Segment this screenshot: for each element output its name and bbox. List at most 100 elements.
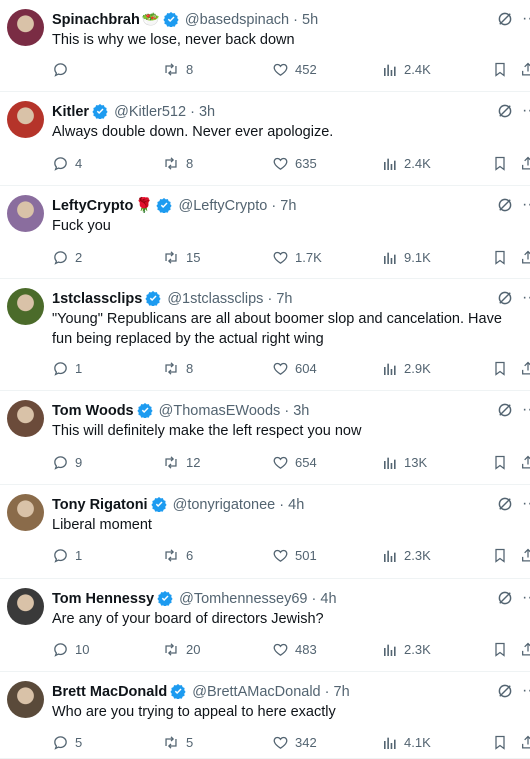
views-button[interactable]: 13K [382,453,427,473]
share-button[interactable] [520,359,530,379]
share-button[interactable] [520,453,530,473]
display-name[interactable]: Tony Rigatoni [52,497,148,513]
display-name[interactable]: LeftyCrypto [52,198,133,214]
timestamp[interactable]: 3h [293,403,309,419]
views-button[interactable]: 4.1K [382,733,431,753]
timestamp[interactable]: 4h [288,497,304,513]
bookmark-button[interactable] [492,248,514,268]
user-handle[interactable]: @tonyrigatonee [173,497,276,513]
tweet-reply[interactable]: LeftyCrypto🌹 @LeftyCrypto · 7h ··· Fuck … [0,186,530,279]
separator-dot: · [279,497,285,513]
timestamp[interactable]: 7h [280,198,296,214]
avatar[interactable] [7,681,44,718]
retweet-button[interactable]: 12 [162,453,200,473]
share-button[interactable] [520,733,530,753]
tweet-reply[interactable]: Tom Woods @ThomasEWoods · 3h ··· This wi… [0,391,530,485]
more-options-icon[interactable]: ··· [522,589,530,607]
avatar[interactable] [7,288,44,325]
views-button[interactable]: 2.3K [382,640,431,660]
retweet-button[interactable]: 8 [162,154,193,174]
user-handle[interactable]: @LeftyCrypto [178,198,267,214]
more-options-icon[interactable]: ··· [522,102,530,120]
share-button[interactable] [520,640,530,660]
retweet-button[interactable]: 20 [162,640,200,660]
user-handle[interactable]: @ThomasEWoods [159,403,281,419]
tweet-reply[interactable]: Spinachbrah🥗 @basedspinach · 5h ··· This… [0,0,530,92]
bookmark-button[interactable] [492,359,514,379]
reply-button[interactable]: 9 [52,453,82,473]
retweet-button[interactable]: 5 [162,733,193,753]
user-handle[interactable]: @basedspinach [185,12,289,28]
tweet-reply[interactable]: Brett MacDonald @BrettAMacDonald · 7h ··… [0,672,530,759]
display-name[interactable]: Spinachbrah [52,12,140,28]
retweet-button[interactable]: 6 [162,546,193,566]
user-handle[interactable]: @1stclassclips [167,291,263,307]
like-button[interactable]: 635 [272,154,317,174]
timestamp[interactable]: 3h [199,104,215,120]
bookmark-button[interactable] [492,154,514,174]
views-button[interactable]: 2.4K [382,60,431,80]
user-handle[interactable]: @Tomhennessey69 [179,591,307,607]
reply-button[interactable]: 1 [52,546,82,566]
retweet-button[interactable]: 8 [162,60,193,80]
tweet-reply[interactable]: Kitler @Kitler512 · 3h ··· Always double… [0,92,530,186]
more-options-icon[interactable]: ··· [522,10,530,28]
bookmark-button[interactable] [492,453,514,473]
more-options-icon[interactable]: ··· [522,682,530,700]
views-button[interactable]: 2.9K [382,359,431,379]
reply-button[interactable]: 2 [52,248,82,268]
tweet-reply[interactable]: Tony Rigatoni @tonyrigatonee · 4h ··· Li… [0,485,530,579]
like-button[interactable]: 483 [272,640,317,660]
timestamp[interactable]: 7h [334,684,350,700]
display-name[interactable]: 1stclassclips [52,291,142,307]
retweet-count: 12 [186,455,201,470]
reply-button[interactable]: 10 [52,640,89,660]
reply-button[interactable]: 1 [52,359,82,379]
timestamp[interactable]: 5h [302,12,318,28]
user-handle[interactable]: @BrettAMacDonald [192,684,320,700]
more-options-icon[interactable]: ··· [522,401,530,419]
more-options-icon[interactable]: ··· [522,495,530,513]
display-name[interactable]: Tom Hennessy [52,591,154,607]
avatar[interactable] [7,195,44,232]
display-name[interactable]: Tom Woods [52,403,134,419]
views-button[interactable]: 2.4K [382,154,431,174]
display-name[interactable]: Kitler [52,104,89,120]
avatar[interactable] [7,494,44,531]
timestamp[interactable]: 4h [320,591,336,607]
like-button[interactable]: 1.7K [272,248,322,268]
views-button[interactable]: 2.3K [382,546,431,566]
tweet-actions: 8 452 2.4K [52,60,530,80]
like-button[interactable]: 654 [272,453,317,473]
share-button[interactable] [520,154,530,174]
display-name[interactable]: Brett MacDonald [52,684,167,700]
retweet-button[interactable]: 15 [162,248,200,268]
avatar[interactable] [7,9,44,46]
like-button[interactable]: 342 [272,733,317,753]
reply-button[interactable]: 5 [52,733,82,753]
like-button[interactable]: 452 [272,60,317,80]
share-button[interactable] [520,248,530,268]
bookmark-button[interactable] [492,733,514,753]
share-button[interactable] [520,60,530,80]
tweet-reply[interactable]: 1stclassclips @1stclassclips · 7h ··· "Y… [0,279,530,391]
avatar[interactable] [7,588,44,625]
user-handle[interactable]: @Kitler512 [114,104,186,120]
share-button[interactable] [520,546,530,566]
avatar[interactable] [7,101,44,138]
retweet-button[interactable]: 8 [162,359,193,379]
share-icon [520,642,530,657]
reply-button[interactable] [52,60,75,80]
like-button[interactable]: 501 [272,546,317,566]
bookmark-button[interactable] [492,60,514,80]
tweet-reply[interactable]: Tom Hennessy @Tomhennessey69 · 4h ··· Ar… [0,579,530,672]
more-options-icon[interactable]: ··· [522,196,530,214]
reply-button[interactable]: 4 [52,154,82,174]
avatar[interactable] [7,400,44,437]
bookmark-button[interactable] [492,640,514,660]
timestamp[interactable]: 7h [276,291,292,307]
more-options-icon[interactable]: ··· [522,289,530,307]
bookmark-button[interactable] [492,546,514,566]
like-button[interactable]: 604 [272,359,317,379]
views-button[interactable]: 9.1K [382,248,431,268]
